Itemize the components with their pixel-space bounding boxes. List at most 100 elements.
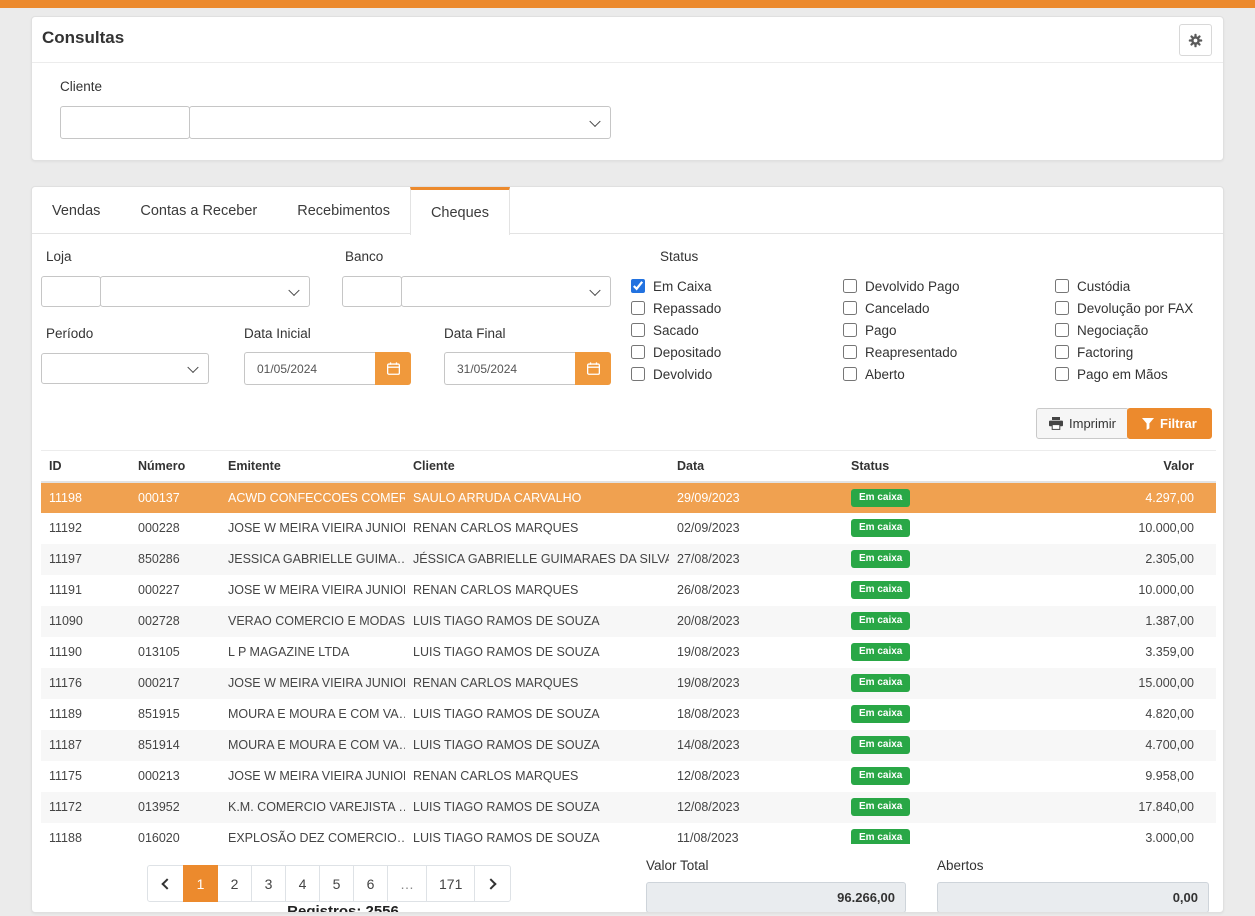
status-option-negociacao[interactable]: Negociação — [1055, 319, 1224, 341]
status-checkbox-custodia[interactable] — [1055, 279, 1069, 293]
table-row[interactable]: 11192000228JOSE W MEIRA VIEIRA JUNIORREN… — [41, 513, 1216, 544]
table-row[interactable]: 11198000137ACWD CONFECCOES COMER…SAULO A… — [41, 482, 1216, 513]
cell-cliente: RENAN CARLOS MARQUES — [405, 761, 669, 792]
status-checkbox-aberto[interactable] — [843, 367, 857, 381]
status-badge: Em caixa — [851, 736, 910, 754]
table-row[interactable]: 11175000213JOSE W MEIRA VIEIRA JUNIORREN… — [41, 761, 1216, 792]
periodo-select-control[interactable] — [42, 354, 208, 383]
status-badge: Em caixa — [851, 674, 910, 692]
page-button-5[interactable]: 5 — [319, 865, 354, 902]
page-ellipsis[interactable]: … — [387, 865, 427, 902]
status-checkbox-reapresentado[interactable] — [843, 345, 857, 359]
column-header-valor: Valor — [963, 451, 1216, 482]
main-card: VendasContas a ReceberRecebimentosCheque… — [31, 186, 1224, 913]
cell-id: 11190 — [41, 637, 130, 668]
page-button-4[interactable]: 4 — [285, 865, 320, 902]
status-option-label: Reapresentado — [865, 345, 957, 360]
tab-vendas[interactable]: Vendas — [32, 187, 120, 234]
status-option-devolucao-por-fax[interactable]: Devolução por FAX — [1055, 297, 1224, 319]
banco-code-input[interactable] — [342, 276, 402, 307]
data-inicial-calendar-button[interactable] — [375, 352, 411, 385]
status-checkbox-pago[interactable] — [843, 323, 857, 337]
cell-data: 18/08/2023 — [669, 699, 843, 730]
loja-select-control[interactable] — [101, 277, 309, 306]
table-row[interactable]: 11197850286JESSICA GABRIELLE GUIMA…JÉSSI… — [41, 544, 1216, 575]
page-button-2[interactable]: 2 — [217, 865, 252, 902]
tab-recebimentos[interactable]: Recebimentos — [277, 187, 410, 234]
banco-select[interactable] — [401, 276, 611, 307]
status-checkbox-devolvido[interactable] — [631, 367, 645, 381]
status-option-devolvido[interactable]: Devolvido — [631, 363, 843, 385]
status-option-custodia[interactable]: Custódia — [1055, 275, 1224, 297]
cell-numero: 013952 — [130, 792, 220, 823]
status-option-em-caixa[interactable]: Em Caixa — [631, 275, 843, 297]
cell-numero: 851914 — [130, 730, 220, 761]
filtrar-button[interactable]: Filtrar — [1127, 408, 1212, 439]
banco-select-control[interactable] — [402, 277, 610, 306]
cell-numero: 000137 — [130, 482, 220, 513]
status-checkbox-sacado[interactable] — [631, 323, 645, 337]
cell-valor: 4.700,00 — [963, 730, 1216, 761]
page-button-6[interactable]: 6 — [353, 865, 388, 902]
status-checkbox-devolucao-por-fax[interactable] — [1055, 301, 1069, 315]
page-button-171[interactable]: 171 — [426, 865, 475, 902]
status-option-aberto[interactable]: Aberto — [843, 363, 1055, 385]
prev-page-button[interactable] — [147, 865, 184, 902]
status-checkbox-repassado[interactable] — [631, 301, 645, 315]
data-inicial-label: Data Inicial — [244, 326, 311, 341]
cliente-select[interactable] — [189, 106, 611, 139]
status-checkbox-factoring[interactable] — [1055, 345, 1069, 359]
table-row[interactable]: 11188016020EXPLOSÃO DEZ COMERCIO…LUIS TI… — [41, 823, 1216, 845]
data-final-calendar-button[interactable] — [575, 352, 611, 385]
status-checkbox-pago-em-maos[interactable] — [1055, 367, 1069, 381]
status-option-factoring[interactable]: Factoring — [1055, 341, 1224, 363]
page-button-3[interactable]: 3 — [251, 865, 286, 902]
cell-emitente: JOSE W MEIRA VIEIRA JUNIOR — [220, 761, 405, 792]
status-checkbox-devolvido-pago[interactable] — [843, 279, 857, 293]
page-button-1[interactable]: 1 — [183, 865, 218, 902]
status-option-repassado[interactable]: Repassado — [631, 297, 843, 319]
status-checkbox-negociacao[interactable] — [1055, 323, 1069, 337]
status-checkbox-em-caixa[interactable] — [631, 279, 645, 293]
table-row[interactable]: 11191000227JOSE W MEIRA VIEIRA JUNIORREN… — [41, 575, 1216, 606]
table-row[interactable]: 11190013105L P MAGAZINE LTDALUIS TIAGO R… — [41, 637, 1216, 668]
records-count: Registros: 2556 — [147, 903, 539, 913]
status-option-cancelado[interactable]: Cancelado — [843, 297, 1055, 319]
cell-valor: 3.000,00 — [963, 823, 1216, 845]
table-row[interactable]: 11189851915MOURA E MOURA E COM VA…LUIS T… — [41, 699, 1216, 730]
status-checkbox-cancelado[interactable] — [843, 301, 857, 315]
table-row[interactable]: 11176000217JOSE W MEIRA VIEIRA JUNIORREN… — [41, 668, 1216, 699]
status-checkbox-depositado[interactable] — [631, 345, 645, 359]
status-option-reapresentado[interactable]: Reapresentado — [843, 341, 1055, 363]
cell-valor: 4.297,00 — [963, 482, 1216, 513]
periodo-label: Período — [46, 326, 93, 341]
cell-id: 11188 — [41, 823, 130, 845]
table-row[interactable]: 11187851914MOURA E MOURA E COM VA…LUIS T… — [41, 730, 1216, 761]
cell-status: Em caixa — [843, 699, 963, 730]
cell-status: Em caixa — [843, 544, 963, 575]
data-final-input[interactable] — [444, 352, 575, 385]
status-badge: Em caixa — [851, 581, 910, 599]
loja-select[interactable] — [100, 276, 310, 307]
table-row[interactable]: 11172013952K.M. COMERCIO VAREJISTA …LUIS… — [41, 792, 1216, 823]
tab-contas-a-receber[interactable]: Contas a Receber — [120, 187, 277, 234]
cliente-select-control[interactable] — [190, 107, 610, 138]
cell-numero: 002728 — [130, 606, 220, 637]
status-option-pago[interactable]: Pago — [843, 319, 1055, 341]
settings-button[interactable] — [1179, 24, 1212, 56]
tab-cheques[interactable]: Cheques — [410, 187, 510, 235]
cell-cliente: RENAN CARLOS MARQUES — [405, 668, 669, 699]
chevron-right-icon — [486, 878, 497, 889]
status-option-label: Sacado — [653, 323, 699, 338]
periodo-select[interactable] — [41, 353, 209, 384]
data-inicial-input[interactable] — [244, 352, 375, 385]
cliente-code-input[interactable] — [60, 106, 190, 139]
status-option-devolvido-pago[interactable]: Devolvido Pago — [843, 275, 1055, 297]
status-option-sacado[interactable]: Sacado — [631, 319, 843, 341]
status-option-depositado[interactable]: Depositado — [631, 341, 843, 363]
status-option-pago-em-maos[interactable]: Pago em Mãos — [1055, 363, 1224, 385]
loja-code-input[interactable] — [41, 276, 101, 307]
imprimir-button[interactable]: Imprimir — [1036, 408, 1129, 439]
table-row[interactable]: 11090002728VERAO COMERCIO E MODAS…LUIS T… — [41, 606, 1216, 637]
next-page-button[interactable] — [474, 865, 511, 902]
